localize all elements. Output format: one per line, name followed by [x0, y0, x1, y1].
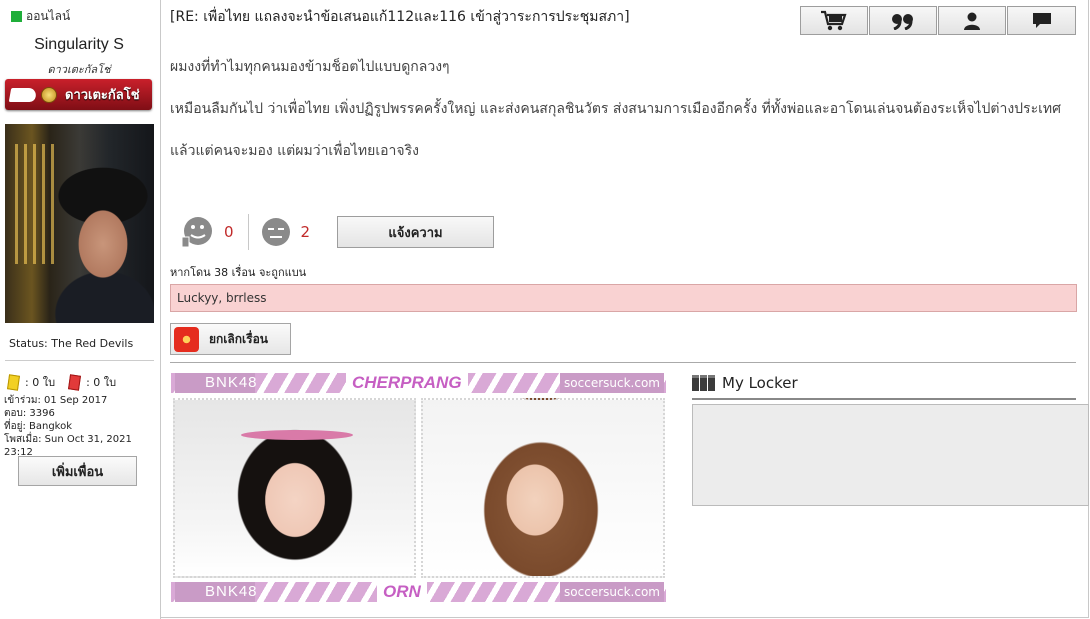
boot-icon	[8, 87, 38, 102]
user-status: Status: The Red Devils	[9, 337, 134, 350]
online-dot-icon	[11, 11, 22, 22]
medal-icon	[41, 86, 57, 103]
red-card-icon	[68, 373, 82, 391]
quote-icon	[892, 13, 913, 30]
post-paragraph: ผมงงที่ทำไมทุกคนมองข้ามช็อตไปแบบดูกลวงๆ	[170, 59, 450, 75]
signature-top-strip: BNK48 CHERPRANG soccersuck.com	[171, 372, 666, 394]
yellow-card-icon	[7, 373, 20, 391]
sidebar-divider	[5, 360, 154, 361]
cancel-report-icon	[174, 326, 199, 352]
quote-button[interactable]	[869, 6, 937, 35]
user-title: ดาวเตะกัลโช่	[47, 63, 111, 76]
post-title: [RE: เพื่อไทย แถลงจะนำข้อเสนอแก้112และ11…	[170, 9, 630, 25]
signature-bottom-name: ORN	[377, 581, 427, 603]
cart-button[interactable]	[800, 6, 868, 35]
username[interactable]: Singularity S	[0, 36, 158, 54]
rank-badge: ดาวเตะกัลโช่	[5, 79, 152, 110]
cancel-report-button[interactable]: ยกเลิกเรื่อน	[170, 323, 291, 355]
post-body: ผมงงที่ทำไมทุกคนมองข้ามช็อตไปแบบดูกลวงๆ …	[170, 57, 1070, 162]
location: ที่อยู่: Bangkok	[4, 421, 73, 432]
locker-title: My Locker	[722, 374, 798, 392]
locker-underline	[692, 398, 1076, 400]
brand-logo: BNK48	[175, 373, 257, 393]
reply-count: ตอบ: 3396	[4, 408, 55, 419]
avatar[interactable]	[5, 124, 154, 323]
signature-photo-left	[173, 398, 416, 578]
signature-photo-right	[421, 398, 665, 578]
like-face-icon[interactable]	[180, 215, 214, 249]
dislike-face-icon[interactable]	[261, 217, 291, 247]
headband	[241, 430, 353, 440]
signature-top-name: CHERPRANG	[346, 372, 468, 394]
vote-row: 0 2	[180, 214, 310, 250]
post-paragraph: เหมือนลืมกันไป ว่าเพื่อไทย เพิ่งปฏิรูปพร…	[170, 101, 1061, 117]
yellow-card-count: : 0 ใบ	[25, 376, 56, 389]
message-icon	[1032, 12, 1051, 28]
site-watermark: soccersuck.com	[560, 373, 664, 393]
rank-badge-label: ดาวเตะกัลโช่	[65, 88, 140, 103]
post-toolbar	[800, 6, 1077, 35]
card-counts: : 0 ใบ : 0 ใบ	[7, 373, 117, 391]
post-paragraph: แล้วแต่คนจะมอง แต่ผมว่าเพื่อไทยเอาจริง	[170, 143, 419, 159]
message-button[interactable]	[1007, 6, 1076, 35]
signature-banner: BNK48 CHERPRANG soccersuck.com BNK48 ORN…	[171, 372, 666, 603]
reporters-list: Luckyy, brrless	[170, 284, 1077, 312]
locker-header: My Locker	[692, 374, 798, 392]
online-status: ออนไลน์	[11, 7, 70, 26]
online-label: ออนไลน์	[26, 9, 71, 23]
post-divider	[170, 362, 1076, 363]
site-watermark: soccersuck.com	[560, 582, 664, 602]
ban-note: หากโดน 38 เรื่อน จะถูกแบน	[170, 266, 307, 279]
locker-box	[692, 404, 1089, 506]
red-card-count: : 0 ใบ	[86, 376, 117, 389]
profile-button[interactable]	[938, 6, 1006, 35]
locker-icon	[692, 375, 716, 391]
cancel-report-label: ยกเลิกเรื่อน	[209, 331, 268, 346]
avatar-background-lights	[15, 144, 55, 264]
user-icon	[964, 12, 980, 30]
signature-bottom-strip: BNK48 ORN soccersuck.com	[171, 581, 666, 603]
user-info: เข้าร่วม: 01 Sep 2017 ตอบ: 3396 ที่อยู่:…	[4, 394, 160, 459]
cart-icon	[821, 10, 847, 30]
dislike-count: 2	[300, 223, 311, 241]
report-button[interactable]: แจ้งความ	[337, 216, 494, 248]
vote-divider	[247, 214, 249, 250]
add-friend-button[interactable]: เพิ่มเพื่อน	[18, 456, 137, 486]
joined-date: เข้าร่วม: 01 Sep 2017	[4, 395, 108, 406]
brand-logo: BNK48	[175, 582, 257, 602]
like-count: 0	[224, 223, 234, 241]
user-sidebar: ออนไลน์ Singularity S ดาวเตะกัลโช่ ดาวเต…	[0, 0, 161, 619]
